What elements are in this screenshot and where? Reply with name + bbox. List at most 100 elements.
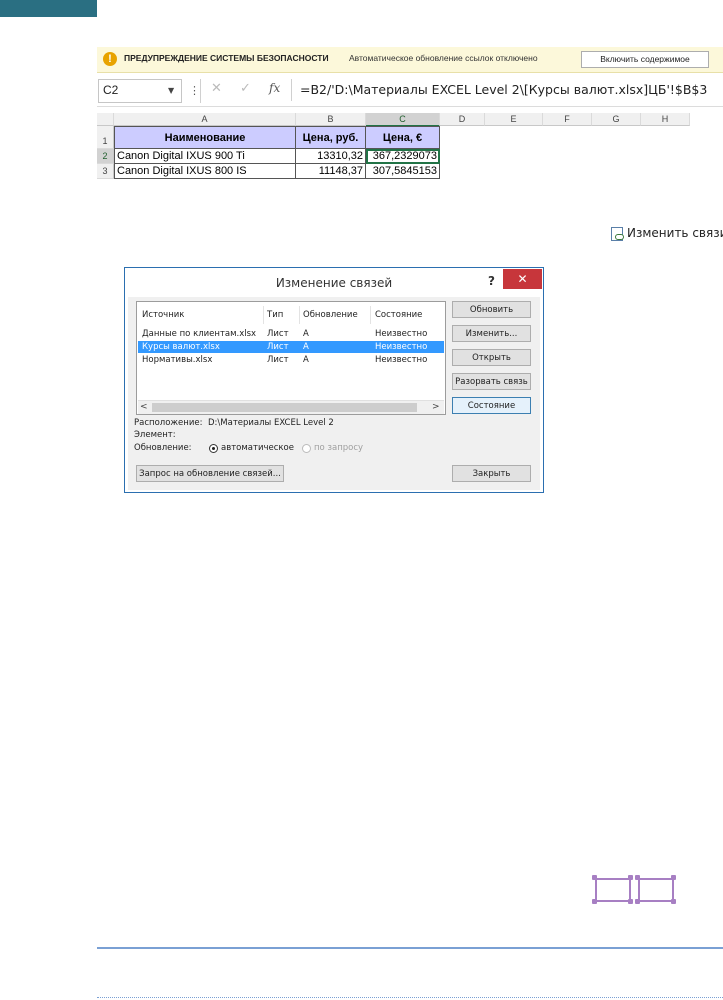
- formula-text: =B2/'D:\Материалы EXCEL Level 2\[Курсы в…: [300, 82, 708, 97]
- footer-rule: [97, 947, 723, 949]
- decorative-frame: [638, 878, 674, 902]
- decorative-dot: [592, 899, 597, 904]
- formula-bar-divider: [200, 79, 201, 103]
- formula-bar: C2 ▼ ⋮ ✕ ✓ fx =B2/'D:\Материалы EXCEL Le…: [97, 76, 723, 107]
- decorative-dot: [592, 875, 597, 880]
- insert-function-icon[interactable]: fx: [269, 81, 280, 95]
- row-header-2[interactable]: 2: [97, 149, 114, 164]
- list-header-type[interactable]: Тип: [267, 310, 283, 320]
- list-item-source: Данные по клиентам.xlsx: [142, 329, 257, 339]
- decorative-dot: [635, 899, 640, 904]
- column-header-a[interactable]: A: [114, 113, 296, 126]
- list-header-divider: [370, 306, 371, 324]
- column-header-b[interactable]: B: [296, 113, 366, 126]
- column-header-c[interactable]: C: [366, 113, 440, 127]
- break-link-button[interactable]: Разорвать связь: [452, 373, 531, 390]
- list-item-status: Неизвестно: [375, 342, 428, 352]
- enable-content-button[interactable]: Включить содержимое: [581, 51, 709, 68]
- security-warning-bar: ! ПРЕДУПРЕЖДЕНИЕ СИСТЕМЫ БЕЗОПАСНОСТИ Ав…: [97, 47, 723, 73]
- security-warning-title: ПРЕДУПРЕЖДЕНИЕ СИСТЕМЫ БЕЗОПАСНОСТИ: [124, 53, 329, 63]
- radio-manual[interactable]: [302, 444, 311, 453]
- help-icon[interactable]: ?: [488, 274, 495, 288]
- dialog-title-bar[interactable]: Изменение связей ? ✕: [125, 268, 543, 298]
- edit-links-icon: [611, 227, 624, 241]
- check-icon[interactable]: ✓: [240, 81, 251, 96]
- element-label: Элемент:: [134, 430, 176, 440]
- column-header-e[interactable]: E: [485, 113, 543, 126]
- row-header-1[interactable]: 1: [97, 126, 114, 149]
- list-item[interactable]: Данные по клиентам.xlsx Лист А Неизвестн…: [138, 328, 444, 340]
- change-source-button[interactable]: Изменить...: [452, 325, 531, 342]
- list-item-type: Лист: [267, 355, 289, 365]
- list-header-update[interactable]: Обновление: [303, 310, 358, 320]
- list-item-status: Неизвестно: [375, 329, 428, 339]
- decorative-dot: [671, 899, 676, 904]
- open-source-button[interactable]: Открыть: [452, 349, 531, 366]
- radio-automatic[interactable]: [209, 444, 218, 453]
- list-item-source: Курсы валют.xlsx: [142, 342, 220, 352]
- check-status-button[interactable]: Состояние: [452, 397, 531, 414]
- column-header-h[interactable]: H: [641, 113, 690, 126]
- name-box[interactable]: C2 ▼: [98, 79, 182, 103]
- cancel-icon[interactable]: ✕: [211, 81, 222, 96]
- list-item-update: А: [303, 355, 309, 365]
- close-icon[interactable]: ✕: [503, 269, 542, 289]
- list-item-type: Лист: [267, 329, 289, 339]
- row-header-3[interactable]: 3: [97, 164, 114, 179]
- list-header-divider: [263, 306, 264, 324]
- name-box-value: C2: [103, 83, 119, 97]
- dialog-body: Источник Тип Обновление Состояние Данные…: [128, 297, 540, 490]
- scroll-left-icon[interactable]: <: [140, 401, 148, 414]
- edit-links-label: Изменить связи: [627, 226, 723, 240]
- security-warning-message: Автоматическое обновление ссылок отключе…: [349, 53, 538, 63]
- decorative-dot: [628, 899, 633, 904]
- decorative-frame: [595, 878, 631, 902]
- list-item-status: Неизвестно: [375, 355, 428, 365]
- dialog-title: Изменение связей: [275, 276, 393, 290]
- corner-tab: [0, 0, 97, 17]
- list-header-status[interactable]: Состояние: [375, 310, 422, 320]
- footer-dotted-rule: [97, 997, 723, 998]
- cell-b3[interactable]: 11148,37: [296, 164, 366, 179]
- horizontal-scrollbar[interactable]: < >: [138, 400, 444, 414]
- scroll-right-icon[interactable]: >: [432, 401, 440, 414]
- select-all-corner[interactable]: [97, 113, 114, 126]
- more-options-icon[interactable]: ⋮: [189, 84, 200, 97]
- list-item-selected[interactable]: Курсы валют.xlsx Лист А Неизвестно: [138, 341, 444, 353]
- column-header-f[interactable]: F: [543, 113, 592, 126]
- list-header-divider: [299, 306, 300, 324]
- cell-a2[interactable]: Canon Digital IXUS 900 Ti: [114, 149, 296, 164]
- cell-a1[interactable]: Наименование: [114, 126, 296, 149]
- cell-a3[interactable]: Canon Digital IXUS 800 IS: [114, 164, 296, 179]
- cell-c2[interactable]: 367,2329073: [366, 149, 440, 164]
- decorative-dot: [635, 875, 640, 880]
- list-item-update: А: [303, 329, 309, 339]
- location-value: D:\Материалы EXCEL Level 2: [208, 418, 334, 428]
- cell-c3[interactable]: 307,5845153: [366, 164, 440, 179]
- location-label: Расположение:: [134, 418, 203, 428]
- radio-manual-label[interactable]: по запросу: [314, 443, 363, 453]
- scrollbar-thumb[interactable]: [152, 403, 417, 412]
- list-header-source[interactable]: Источник: [142, 310, 184, 320]
- list-item-type: Лист: [267, 342, 289, 352]
- update-values-button[interactable]: Обновить: [452, 301, 531, 318]
- decorative-dot: [628, 875, 633, 880]
- spreadsheet-grid: A B C D E F G H 1 2 3 Наименование Цена,…: [97, 113, 723, 179]
- cell-b1[interactable]: Цена, руб.: [296, 126, 366, 149]
- links-list[interactable]: Источник Тип Обновление Состояние Данные…: [136, 301, 446, 415]
- close-button[interactable]: Закрыть: [452, 465, 531, 482]
- list-item[interactable]: Нормативы.xlsx Лист А Неизвестно: [138, 354, 444, 366]
- update-label: Обновление:: [134, 443, 192, 453]
- exclamation-icon: !: [103, 52, 117, 66]
- decorative-dot: [671, 875, 676, 880]
- chevron-down-icon[interactable]: ▼: [168, 86, 174, 95]
- cell-b2[interactable]: 13310,32: [296, 149, 366, 164]
- startup-prompt-button[interactable]: Запрос на обновление связей...: [136, 465, 284, 482]
- list-item-source: Нормативы.xlsx: [142, 355, 213, 365]
- cell-c1[interactable]: Цена, €: [366, 126, 440, 149]
- list-item-update: А: [303, 342, 309, 352]
- column-header-g[interactable]: G: [592, 113, 641, 126]
- formula-input[interactable]: =B2/'D:\Материалы EXCEL Level 2\[Курсы в…: [291, 79, 723, 101]
- radio-automatic-label[interactable]: автоматическое: [221, 443, 294, 453]
- column-header-d[interactable]: D: [440, 113, 485, 126]
